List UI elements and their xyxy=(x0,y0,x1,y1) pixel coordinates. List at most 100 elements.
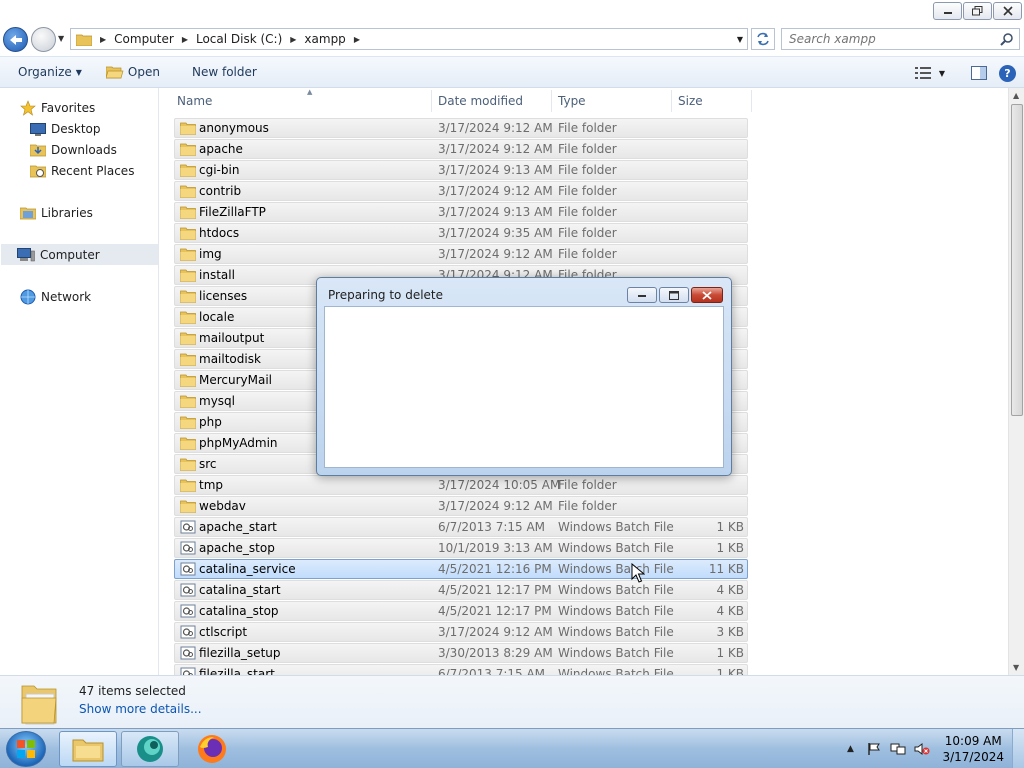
preview-pane-icon[interactable] xyxy=(971,66,987,80)
back-button[interactable] xyxy=(3,27,28,52)
new-folder-label: New folder xyxy=(191,65,257,79)
new-folder-button[interactable]: New folder xyxy=(183,60,266,84)
change-view-button[interactable]: ▼ xyxy=(914,67,945,79)
file-row[interactable]: filezilla_setup 3/30/2013 8:29 AM Windows … xyxy=(174,643,748,663)
scroll-thumb[interactable] xyxy=(1011,104,1023,416)
file-row[interactable]: anonymous 3/17/2024 9:12 AM File folder xyxy=(174,118,748,138)
minimize-icon xyxy=(638,295,646,297)
dialog-close-button[interactable] xyxy=(691,287,723,303)
file-row[interactable]: htdocs 3/17/2024 9:35 AM File folder xyxy=(174,223,748,243)
nav-computer[interactable]: Computer xyxy=(1,244,158,265)
breadcrumb-local-disk[interactable]: Local Disk (C:) xyxy=(196,32,282,46)
breadcrumb-computer[interactable]: Computer xyxy=(114,32,174,46)
breadcrumb-arrow-icon[interactable]: ▶ xyxy=(182,35,188,44)
view-dropdown-icon[interactable]: ▼ xyxy=(939,69,945,78)
search-box[interactable] xyxy=(781,28,1020,50)
folder-icon xyxy=(180,164,196,177)
batch-file-icon xyxy=(180,667,196,675)
search-icon[interactable] xyxy=(1000,32,1014,46)
address-bar[interactable]: ▶ Computer ▶ Local Disk (C:) ▶ xampp ▶ ▼ xyxy=(70,28,748,50)
column-header-type[interactable]: Type xyxy=(552,88,672,114)
network-status-icon[interactable] xyxy=(889,740,907,758)
show-more-details-link[interactable]: Show more details... xyxy=(79,702,202,716)
taskbar-app[interactable] xyxy=(121,731,179,767)
file-row[interactable]: img 3/17/2024 9:12 AM File folder xyxy=(174,244,748,264)
file-size: 1 KB xyxy=(716,646,744,660)
search-input[interactable] xyxy=(789,32,989,46)
file-row[interactable]: FileZillaFTP 3/17/2024 9:13 AM File folder xyxy=(174,202,748,222)
restore-button[interactable] xyxy=(963,2,992,20)
breadcrumb-arrow-icon[interactable]: ▶ xyxy=(290,35,296,44)
file-row[interactable]: contrib 3/17/2024 9:12 AM File folder xyxy=(174,181,748,201)
file-row[interactable]: filezilla_start 6/7/2013 7:15 AM Windows B… xyxy=(174,664,748,675)
column-header-date[interactable]: Date modified xyxy=(432,88,552,114)
taskbar-firefox[interactable] xyxy=(183,731,241,767)
column-name-label: Name xyxy=(177,94,213,108)
file-row[interactable]: catalina_stop 4/5/2021 12:17 PM Windows Ba… xyxy=(174,601,748,621)
batch-file-icon xyxy=(180,625,196,639)
file-name: img xyxy=(199,247,222,261)
nav-libraries[interactable]: Libraries xyxy=(20,202,93,223)
volume-muted-icon[interactable] xyxy=(913,740,931,758)
file-name: catalina_start xyxy=(199,583,281,597)
clock[interactable]: 10:09 AM 3/17/2024 xyxy=(942,733,1004,765)
multiple-folders-icon xyxy=(21,685,57,725)
file-row[interactable]: catalina_service 4/5/2021 12:16 PM Windows… xyxy=(174,559,748,579)
folder-icon xyxy=(180,227,196,240)
column-header-name[interactable]: Name ▲ xyxy=(170,88,432,114)
action-center-flag-icon[interactable] xyxy=(865,740,883,758)
taskbar-explorer[interactable] xyxy=(59,731,117,767)
scroll-down-icon[interactable]: ▼ xyxy=(1013,663,1019,672)
dialog-minimize-button[interactable] xyxy=(627,287,657,303)
nav-recent-places[interactable]: Recent Places xyxy=(30,160,134,181)
breadcrumb-xampp[interactable]: xampp xyxy=(304,32,345,46)
file-size: 11 KB xyxy=(708,562,744,576)
nav-network[interactable]: Network xyxy=(20,286,91,307)
breadcrumb-arrow-icon[interactable]: ▶ xyxy=(354,35,360,44)
dialog-body xyxy=(324,306,724,468)
close-icon xyxy=(1002,6,1013,16)
nav-favorites[interactable]: Favorites xyxy=(20,97,95,118)
forward-button[interactable] xyxy=(31,27,56,52)
organize-button[interactable]: Organize ▼ xyxy=(0,60,91,84)
file-type: Windows Batch File xyxy=(558,646,674,660)
firefox-icon xyxy=(198,735,226,763)
nav-downloads[interactable]: Downloads xyxy=(30,139,117,160)
desktop-icon xyxy=(30,122,46,136)
refresh-button[interactable] xyxy=(751,28,775,50)
column-header-size[interactable]: Size xyxy=(672,88,752,114)
address-dropdown-icon[interactable]: ▼ xyxy=(737,35,743,44)
show-desktop-button[interactable] xyxy=(1012,729,1024,768)
file-row[interactable]: apache 3/17/2024 9:12 AM File folder xyxy=(174,139,748,159)
breadcrumb-arrow-icon[interactable]: ▶ xyxy=(100,35,106,44)
scroll-up-icon[interactable]: ▲ xyxy=(1013,91,1019,100)
nav-favorites-label: Favorites xyxy=(41,100,96,115)
file-row[interactable]: tmp 3/17/2024 10:05 AM File folder xyxy=(174,475,748,495)
nav-desktop[interactable]: Desktop xyxy=(30,118,101,139)
downloads-folder-icon xyxy=(30,144,46,156)
start-button[interactable] xyxy=(6,731,46,767)
file-name: webdav xyxy=(199,499,246,513)
file-row[interactable]: webdav 3/17/2024 9:12 AM File folder xyxy=(174,496,748,516)
minimize-button[interactable] xyxy=(933,2,962,20)
file-row[interactable]: catalina_start 4/5/2021 12:17 PM Windows B… xyxy=(174,580,748,600)
help-icon[interactable]: ? xyxy=(999,64,1016,82)
file-row[interactable]: ctlscript 3/17/2024 9:12 AM Windows Batch … xyxy=(174,622,748,642)
folder-icon xyxy=(180,374,196,387)
explorer-icon xyxy=(72,739,104,762)
close-button[interactable] xyxy=(993,2,1022,20)
file-row[interactable]: cgi-bin 3/17/2024 9:13 AM File folder xyxy=(174,160,748,180)
vertical-scrollbar[interactable]: ▲ ▼ xyxy=(1008,88,1024,675)
file-row[interactable]: apache_stop 10/1/2019 3:13 AM Windows Batc… xyxy=(174,538,748,558)
recent-pages-dropdown[interactable]: ▼ xyxy=(58,34,64,43)
open-button[interactable]: Open xyxy=(97,60,169,84)
file-size: 1 KB xyxy=(716,667,744,675)
file-row[interactable]: apache_start 6/7/2013 7:15 AM Windows Batc… xyxy=(174,517,748,537)
file-type: Windows Batch File xyxy=(558,667,674,675)
file-type: Windows Batch File xyxy=(558,583,674,597)
batch-file-icon xyxy=(180,541,196,555)
file-name: tmp xyxy=(199,478,224,492)
dialog-maximize-button[interactable] xyxy=(659,287,689,303)
show-hidden-icons-icon[interactable]: ▲ xyxy=(841,740,859,758)
open-folder-icon xyxy=(105,66,124,79)
